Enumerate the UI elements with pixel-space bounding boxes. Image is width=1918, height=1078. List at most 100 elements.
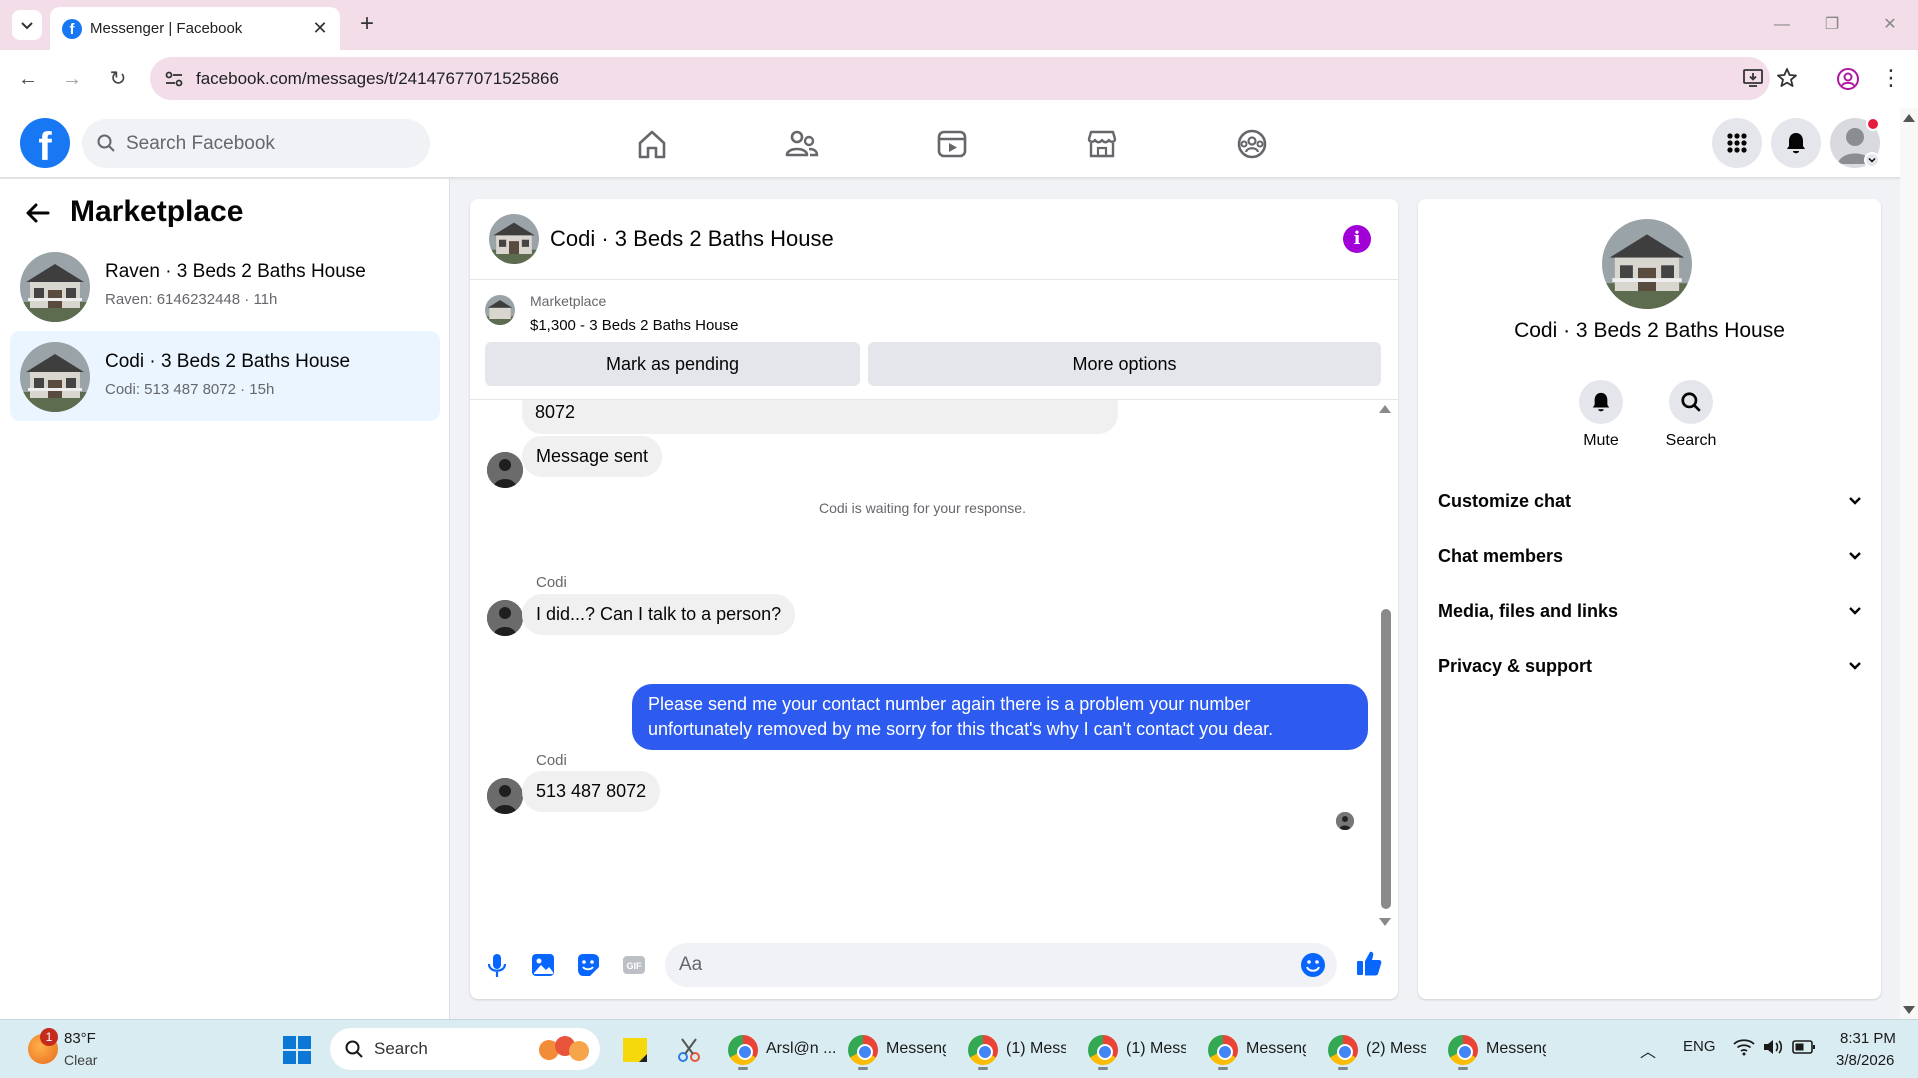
- chat-scrollbar-thumb[interactable]: [1381, 609, 1391, 909]
- bookmark-star-icon[interactable]: [1776, 67, 1798, 89]
- privacy-support-row[interactable]: Privacy & support: [1438, 646, 1863, 686]
- tray-overflow-icon[interactable]: ︿: [1640, 1038, 1656, 1062]
- language-indicator[interactable]: ENG: [1683, 1038, 1716, 1055]
- scroll-up-icon[interactable]: [1903, 114, 1915, 122]
- new-tab-button[interactable]: +: [352, 10, 382, 40]
- taskbar-app-chrome[interactable]: Messeng: [1448, 1030, 1558, 1070]
- message-bubble-partial: 8072: [522, 400, 1118, 434]
- profile-icon[interactable]: [1836, 67, 1860, 91]
- more-options-button[interactable]: More options: [868, 342, 1381, 386]
- marketplace-icon[interactable]: [1082, 124, 1122, 164]
- browser-tab-active[interactable]: f Messenger | Facebook ✕: [50, 7, 340, 50]
- media-files-links-row[interactable]: Media, files and links: [1438, 591, 1863, 631]
- waiting-notice: Codi is waiting for your response.: [819, 500, 1026, 516]
- address-bar[interactable]: facebook.com/messages/t/2414767707152586…: [150, 57, 1797, 100]
- conversation-name: Raven · 3 Beds 2 Baths House: [105, 261, 366, 282]
- wifi-icon[interactable]: [1733, 1038, 1755, 1056]
- photo-icon[interactable]: [529, 951, 557, 979]
- weather-badge: 1: [40, 1028, 58, 1046]
- microphone-icon[interactable]: [483, 951, 511, 979]
- windows-start-icon[interactable]: [282, 1035, 312, 1065]
- bell-icon: [1592, 392, 1610, 412]
- house-thumbnail: [20, 342, 90, 412]
- tab-search-dropdown-button[interactable]: [12, 10, 42, 40]
- conversation-name: Codi · 3 Beds 2 Baths House: [105, 351, 351, 372]
- taskbar-app-chrome[interactable]: (2) Mess: [1328, 1030, 1438, 1070]
- customize-chat-row[interactable]: Customize chat: [1438, 481, 1863, 521]
- chat-panel: Codi · 3 Beds 2 Baths House i Marketplac…: [470, 199, 1398, 999]
- taskbar-app-chrome[interactable]: (1) Mess: [1088, 1030, 1198, 1070]
- message-text: I did...? Can I talk to a person?: [536, 604, 782, 624]
- conversation-item-raven[interactable]: Raven · 3 Beds 2 Baths House Raven: 6146…: [10, 241, 440, 331]
- account-avatar[interactable]: [1830, 117, 1882, 170]
- codi-avatar[interactable]: [487, 600, 523, 636]
- taskbar-app-chrome[interactable]: Messeng: [1208, 1030, 1318, 1070]
- clock-date[interactable]: 3/8/2026: [1836, 1052, 1894, 1069]
- home-icon[interactable]: [632, 124, 672, 164]
- back-arrow-icon[interactable]: [24, 199, 52, 227]
- mute-button[interactable]: [1579, 380, 1623, 424]
- forward-icon[interactable]: →: [56, 63, 88, 95]
- details-name: Codi · 3 Beds 2 Baths House: [1514, 319, 1785, 342]
- chat-members-row[interactable]: Chat members: [1438, 536, 1863, 576]
- listing-title[interactable]: $1,300 - 3 Beds 2 Baths House: [530, 317, 738, 334]
- codi-avatar[interactable]: [487, 778, 523, 814]
- search-icon: [1681, 392, 1701, 412]
- chrome-icon: [1088, 1035, 1118, 1065]
- reload-icon[interactable]: ↻: [102, 63, 134, 95]
- site-info-icon[interactable]: [162, 67, 186, 91]
- sticker-icon[interactable]: [574, 951, 602, 979]
- volume-icon[interactable]: [1762, 1038, 1784, 1056]
- friends-icon[interactable]: [782, 124, 822, 164]
- facebook-logo-icon[interactable]: f: [20, 118, 70, 168]
- scroll-down-icon[interactable]: [1379, 918, 1391, 926]
- clock-time[interactable]: 8:31 PM: [1840, 1030, 1896, 1047]
- browser-toolbar: ← → ↻ facebook.com/messages/t/2414767707…: [0, 50, 1918, 108]
- taskbar-app-chrome[interactable]: (1) Mess: [968, 1030, 1078, 1070]
- battery-icon[interactable]: [1792, 1039, 1816, 1055]
- video-icon[interactable]: [932, 124, 972, 164]
- message-input[interactable]: Aa: [665, 943, 1337, 987]
- groups-icon[interactable]: [1232, 124, 1272, 164]
- divider: [470, 279, 1398, 280]
- facebook-search-input[interactable]: Search Facebook: [82, 119, 430, 168]
- search-icon: [344, 1039, 364, 1059]
- taskbar-app-chrome[interactable]: Arsl@n ...: [728, 1030, 838, 1070]
- taskbar-app-chrome[interactable]: Messeng: [848, 1030, 958, 1070]
- chat-header-avatar[interactable]: [489, 214, 539, 264]
- taskbar-search[interactable]: Search: [330, 1028, 600, 1070]
- back-icon[interactable]: ←: [12, 63, 44, 95]
- menu-grid-icon[interactable]: [1712, 118, 1762, 168]
- details-avatar[interactable]: [1602, 219, 1692, 309]
- restore-icon[interactable]: ❐: [1812, 10, 1852, 40]
- snipping-tool-icon[interactable]: [674, 1030, 704, 1070]
- chevron-down-icon: [1849, 497, 1861, 505]
- emoji-icon[interactable]: [1299, 951, 1327, 979]
- scroll-down-icon[interactable]: [1903, 1006, 1915, 1014]
- mark-as-pending-button[interactable]: Mark as pending: [485, 342, 860, 386]
- search-chat-button[interactable]: [1669, 380, 1713, 424]
- more-menu-icon[interactable]: ⋮: [1880, 65, 1902, 91]
- chat-title[interactable]: Codi · 3 Beds 2 Baths House: [550, 226, 834, 252]
- codi-avatar[interactable]: [487, 452, 523, 488]
- conversation-sidebar: Marketplace Raven · 3 Beds 2 Baths House…: [0, 179, 450, 1019]
- info-icon[interactable]: i: [1343, 225, 1371, 253]
- tab-close-icon[interactable]: ✕: [308, 16, 332, 40]
- minimize-icon[interactable]: —: [1762, 10, 1802, 40]
- message-text-line: Please send me your contact number again…: [648, 694, 1251, 714]
- sticky-notes-icon[interactable]: [620, 1030, 650, 1070]
- section-label: Chat members: [1438, 546, 1564, 566]
- scroll-up-icon[interactable]: [1379, 405, 1391, 413]
- chrome-icon: [1208, 1035, 1238, 1065]
- listing-source: Marketplace: [530, 293, 607, 309]
- read-receipt-avatar: [1336, 812, 1354, 830]
- notifications-icon[interactable]: [1771, 118, 1821, 168]
- gif-icon[interactable]: GIF: [620, 951, 648, 979]
- chrome-icon: [1328, 1035, 1358, 1065]
- install-app-icon[interactable]: [1742, 67, 1764, 89]
- message-bubble-outgoing: Please send me your contact number again…: [632, 684, 1368, 750]
- page-scrollbar[interactable]: [1900, 108, 1918, 1019]
- like-icon[interactable]: [1354, 948, 1382, 976]
- window-close-icon[interactable]: ✕: [1870, 10, 1910, 40]
- conversation-item-codi[interactable]: Codi · 3 Beds 2 Baths House Codi: 513 48…: [10, 331, 440, 421]
